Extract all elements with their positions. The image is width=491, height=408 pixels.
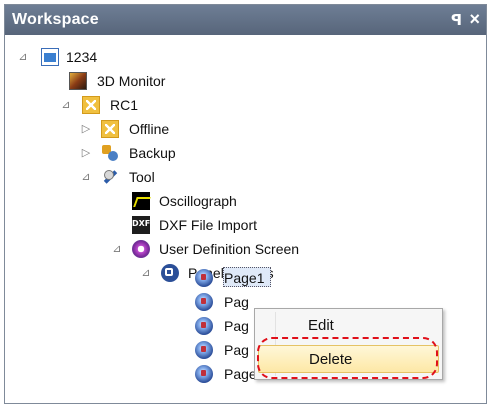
- tree-node-label: Offline: [129, 121, 170, 137]
- workspace-icon: [41, 48, 59, 66]
- menu-item-edit[interactable]: Edit: [258, 312, 439, 340]
- expander-icon[interactable]: ⊿: [111, 238, 123, 260]
- tree-node-label: 1234: [66, 49, 98, 65]
- tree-node-label: 3D Monitor: [97, 73, 166, 89]
- workspace-title: Workspace: [12, 11, 99, 28]
- tree-node-label: Pag: [224, 318, 249, 334]
- page-icon: [195, 341, 213, 359]
- robot-controller-icon: [82, 96, 100, 114]
- page-icon: [195, 365, 213, 383]
- user-definition-screen-icon: [132, 240, 150, 258]
- tree-node-label: Pag: [224, 294, 249, 310]
- expander-icon[interactable]: ⊿: [80, 166, 92, 188]
- tree-node-label: Oscillograph: [159, 193, 237, 209]
- tree-node-label: User Definition Screen: [159, 241, 300, 257]
- tree-node-label: DXF File Import: [159, 217, 258, 233]
- tree-node-label: RC1: [110, 97, 139, 113]
- oscillograph-icon: [132, 192, 150, 210]
- tree-node-label: Backup: [129, 145, 176, 161]
- tool-icon: [101, 168, 119, 186]
- menu-item-label: Edit: [308, 317, 334, 334]
- page-icon: [195, 269, 213, 287]
- 3d-monitor-icon: [69, 72, 87, 90]
- workspace-titlebar: Workspace ꟼ ×: [5, 5, 486, 35]
- tree-node-label: Tool: [129, 169, 155, 185]
- expander-icon[interactable]: ▷: [80, 142, 92, 164]
- delete-highlight-annotation: [257, 337, 438, 379]
- expander-icon[interactable]: ⊿: [17, 46, 29, 68]
- close-icon[interactable]: ×: [469, 9, 480, 30]
- page-icon: [195, 293, 213, 311]
- panel-icon: [161, 264, 179, 282]
- expander-icon[interactable]: ⊿: [60, 94, 72, 116]
- page-icon: [195, 317, 213, 335]
- expander-icon[interactable]: ▷: [80, 118, 92, 140]
- backup-icon: [101, 144, 119, 162]
- pin-icon[interactable]: ꟼ: [451, 11, 462, 29]
- dxf-icon: DXF: [132, 216, 150, 234]
- tree-node-label: Page1: [224, 270, 265, 286]
- offline-icon: [101, 120, 119, 138]
- tree-node-label: Pag: [224, 342, 249, 358]
- expander-icon[interactable]: ⊿: [140, 262, 152, 284]
